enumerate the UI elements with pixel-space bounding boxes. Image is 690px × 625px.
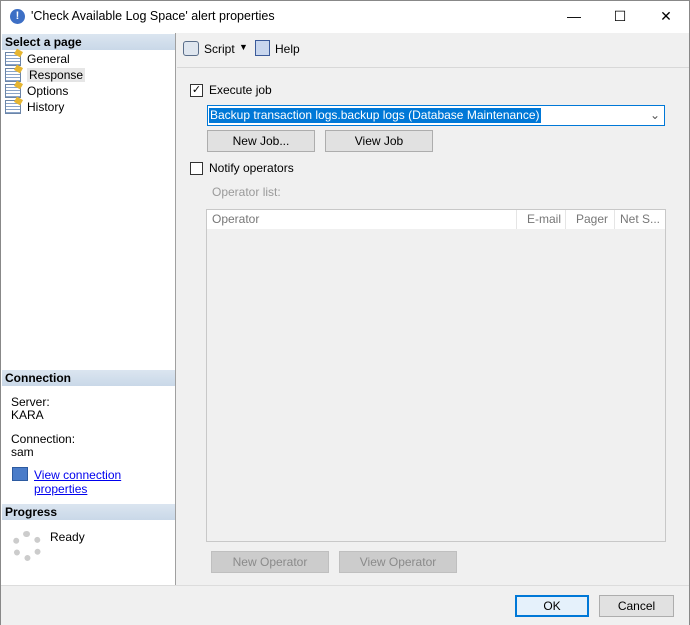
execute-job-checkbox[interactable]: ✓ <box>190 84 203 97</box>
sidebar-item-label: General <box>27 52 70 66</box>
sidebar-item-label: Response <box>27 68 86 82</box>
connection-icon <box>12 467 28 481</box>
new-job-button[interactable]: New Job... <box>207 130 315 152</box>
help-button[interactable]: Help <box>275 42 300 56</box>
ok-button[interactable]: OK <box>515 595 589 617</box>
notify-operators-checkbox[interactable] <box>190 162 203 175</box>
chevron-down-icon[interactable]: ⌄ <box>650 108 660 122</box>
column-header-pager[interactable]: Pager <box>566 210 615 229</box>
page-icon <box>5 84 21 98</box>
view-connection-properties-link[interactable]: View connection properties <box>34 468 175 496</box>
operator-list-label: Operator list: <box>212 185 281 199</box>
dialog-footer: OK Cancel <box>1 585 689 625</box>
page-icon <box>5 68 21 82</box>
script-icon <box>183 41 199 56</box>
operator-grid[interactable]: Operator E-mail Pager Net S... <box>206 209 666 542</box>
sidebar-item-label: Options <box>27 84 69 98</box>
progress-spinner-icon <box>12 531 42 561</box>
progress-status: Ready <box>50 530 85 544</box>
window-title: 'Check Available Log Space' alert proper… <box>31 9 275 23</box>
column-header-email[interactable]: E-mail <box>517 210 566 229</box>
job-select[interactable]: Backup transaction logs.backup logs (Dat… <box>207 105 665 126</box>
column-header-net-send[interactable]: Net S... <box>615 210 665 229</box>
sidebar-item-history[interactable]: History <box>5 99 64 115</box>
info-icon: ! <box>10 9 25 24</box>
help-icon <box>255 40 270 56</box>
cancel-button[interactable]: Cancel <box>599 595 674 617</box>
script-dropdown-icon[interactable]: ▼ <box>239 42 248 52</box>
connection-label: Connection: <box>11 432 76 446</box>
title-bar: ! 'Check Available Log Space' alert prop… <box>1 1 689 33</box>
sidebar-item-general[interactable]: General <box>5 51 70 67</box>
execute-job-label: Execute job <box>209 83 272 97</box>
close-button[interactable]: ✕ <box>643 1 689 32</box>
maximize-button[interactable]: ☐ <box>597 1 643 32</box>
view-job-button[interactable]: View Job <box>325 130 433 152</box>
job-select-value: Backup transaction logs.backup logs (Dat… <box>209 108 541 123</box>
sidebar-item-label: History <box>27 100 65 114</box>
select-page-header: Select a page <box>2 34 175 50</box>
toolbar-divider <box>177 67 689 68</box>
connection-value: sam <box>11 445 34 459</box>
script-button[interactable]: Script <box>204 42 235 56</box>
dialog-window: ! 'Check Available Log Space' alert prop… <box>0 0 690 625</box>
minimize-button[interactable]: — <box>551 1 597 32</box>
server-value: KARA <box>11 408 44 422</box>
left-panel: Select a page General Response Options H… <box>1 33 176 585</box>
page-icon <box>5 52 21 66</box>
new-operator-button[interactable]: New Operator <box>211 551 329 573</box>
connection-header: Connection <box>2 370 175 386</box>
sidebar-item-options[interactable]: Options <box>5 83 68 99</box>
view-operator-button[interactable]: View Operator <box>339 551 457 573</box>
page-icon <box>5 100 21 114</box>
server-label: Server: <box>11 395 50 409</box>
notify-operators-label: Notify operators <box>209 161 294 175</box>
column-header-operator[interactable]: Operator <box>207 210 517 229</box>
progress-header: Progress <box>2 504 175 520</box>
